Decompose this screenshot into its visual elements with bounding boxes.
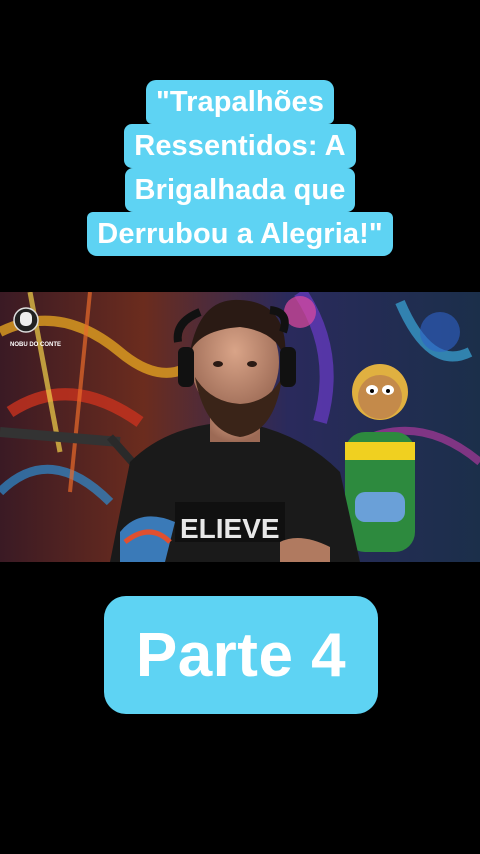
video-frame[interactable]: NOBU DO CONTE ELIEVE [0, 292, 480, 562]
svg-text:NOBU DO CONTE: NOBU DO CONTE [10, 342, 61, 348]
caption-line-1: "Trapalhões [146, 80, 334, 124]
part-number-badge: Parte 4 [104, 596, 378, 714]
video-title-caption: "Trapalhões Ressentidos: A Brigalhada qu… [0, 80, 480, 256]
caption-line-3: Brigalhada que [124, 168, 356, 212]
svg-text:ELIEVE: ELIEVE [180, 513, 280, 544]
caption-line-4: Derrubou a Alegria!" [87, 212, 393, 256]
doll-figure [345, 364, 415, 552]
caption-line-2: Ressentidos: A [124, 124, 356, 168]
podcast-scene: NOBU DO CONTE ELIEVE [0, 292, 480, 562]
part-label: Parte 4 [135, 620, 347, 690]
